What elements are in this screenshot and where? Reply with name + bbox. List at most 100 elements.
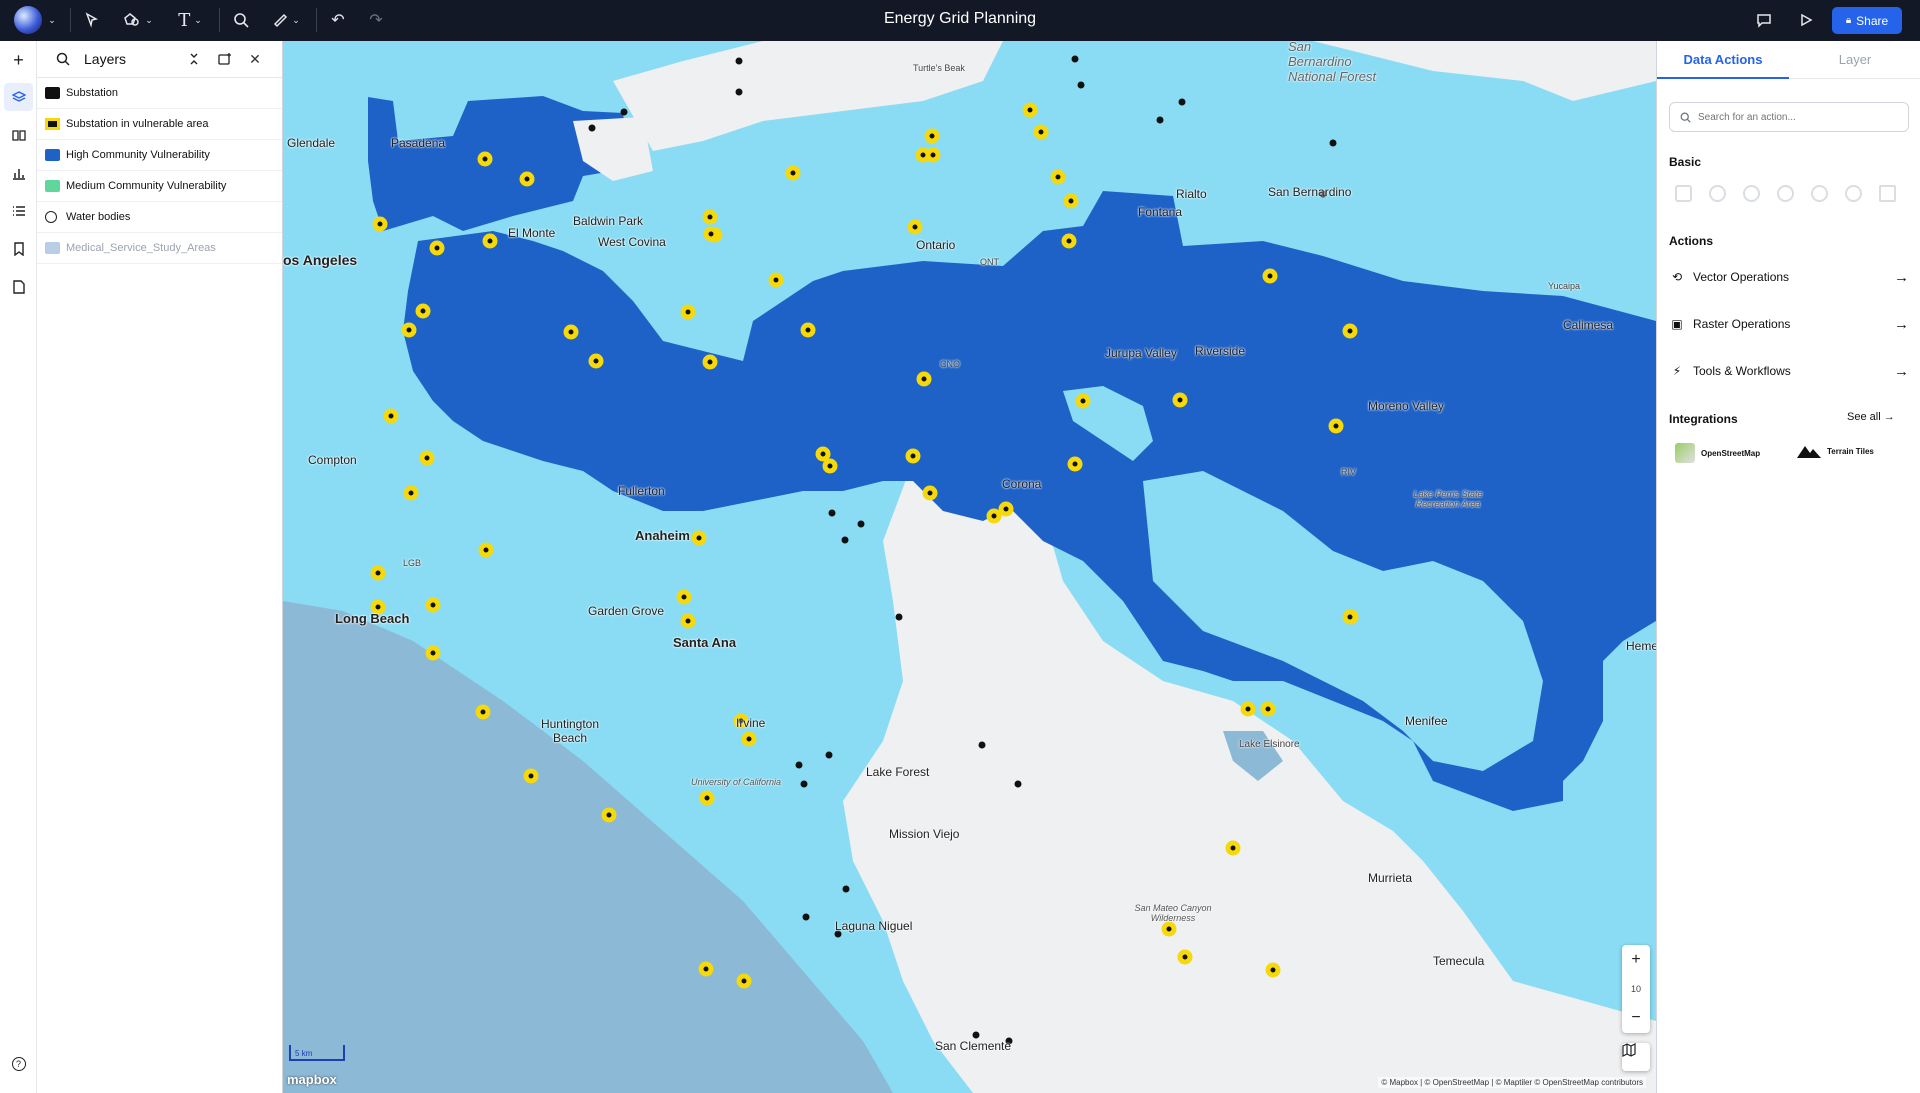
- add-button[interactable]: +: [4, 46, 33, 74]
- label-fullerton: Fullerton: [618, 484, 665, 498]
- zoom-level: 10: [1630, 983, 1641, 994]
- share-label: Share: [1856, 13, 1889, 28]
- copy-icon[interactable]: [1675, 185, 1692, 202]
- undo-button[interactable]: ↶: [326, 6, 350, 34]
- shape-tool-button[interactable]: ⌄: [118, 6, 158, 34]
- land-area: [613, 41, 1003, 151]
- bookmarks-rail-button[interactable]: [4, 235, 33, 263]
- charts-rail-button[interactable]: [4, 159, 33, 187]
- action-search-input[interactable]: [1698, 111, 1898, 123]
- layer-swatch: [45, 87, 60, 99]
- label-baldwin-park: Baldwin Park: [573, 214, 644, 228]
- medium-vulnerability-area: [283, 536, 383, 601]
- measure-tool-button[interactable]: ⌄: [268, 6, 304, 34]
- plus-icon: +: [13, 49, 24, 70]
- label-san-clemente: San Clemente: [935, 1039, 1012, 1053]
- search-icon: [234, 13, 249, 28]
- zoom-in-button[interactable]: +: [1622, 945, 1650, 974]
- see-all-link[interactable]: See all →: [1847, 411, 1895, 423]
- layer-item-medical-service[interactable]: Medical_Service_Study_Areas: [37, 233, 282, 264]
- intersect-icon[interactable]: [1743, 185, 1760, 202]
- select-tool-button[interactable]: [80, 6, 104, 34]
- layers-rail-button[interactable]: [4, 83, 33, 111]
- label-ontario: Ontario: [916, 238, 956, 252]
- divider: [316, 8, 317, 32]
- layer-label: Substation in vulnerable area: [66, 118, 209, 130]
- search-icon[interactable]: [53, 49, 73, 69]
- close-icon[interactable]: ✕: [245, 49, 265, 69]
- list-rail-button[interactable]: [4, 197, 33, 225]
- label-riverside: Riverside: [1195, 344, 1246, 358]
- divider: [219, 8, 220, 32]
- tab-data-actions[interactable]: Data Actions: [1657, 41, 1789, 79]
- merge-icon[interactable]: [1811, 185, 1828, 202]
- collapse-icon[interactable]: [184, 49, 204, 69]
- mapbox-logo[interactable]: mapbox: [287, 1072, 337, 1087]
- map-canvas[interactable]: San Bernardino National Forest Turtle's …: [283, 41, 1656, 1093]
- divider: [70, 8, 71, 32]
- help-icon: ?: [11, 1057, 26, 1071]
- label-anaheim: Anaheim: [635, 528, 690, 543]
- document-rail-button[interactable]: [4, 273, 33, 301]
- label-santa-ana: Santa Ana: [673, 635, 737, 650]
- layer-label: Medium Community Vulnerability: [66, 180, 227, 192]
- label-temecula: Temecula: [1433, 954, 1485, 968]
- action-search[interactable]: [1669, 102, 1909, 132]
- layer-item-substation[interactable]: Substation: [37, 78, 282, 109]
- share-button[interactable]: 🔒︎ Share: [1832, 7, 1902, 34]
- layers-icon: [11, 91, 26, 102]
- redo-button[interactable]: ↷: [364, 6, 388, 34]
- cursor-arrow-icon: [85, 12, 99, 28]
- text-tool-button[interactable]: T ⌄: [172, 6, 208, 34]
- layer-item-medium-vulnerability[interactable]: Medium Community Vulnerability: [37, 171, 282, 202]
- layer-item-high-vulnerability[interactable]: High Community Vulnerability: [37, 140, 282, 171]
- tools-workflows-action[interactable]: ⚡︎ Tools & Workflows →: [1669, 357, 1909, 385]
- search-tool-button[interactable]: [229, 6, 253, 34]
- integration-openstreetmap[interactable]: OpenStreetMap: [1675, 443, 1760, 463]
- right-panel: Data Actions Layer Basic Actions ⟲ Vecto…: [1656, 41, 1920, 1093]
- lightning-icon: ⚡︎: [1672, 364, 1682, 378]
- layer-item-substation-vulnerable[interactable]: Substation in vulnerable area: [37, 109, 282, 140]
- basemap-button[interactable]: [1622, 1043, 1650, 1071]
- layers-header: Layers ✕: [37, 41, 282, 78]
- help-button[interactable]: ?: [4, 1050, 33, 1078]
- difference-icon[interactable]: [1777, 185, 1794, 202]
- bar-chart-icon: [12, 169, 25, 180]
- tab-layer[interactable]: Layer: [1789, 41, 1920, 79]
- action-label: Vector Operations: [1693, 270, 1790, 284]
- expand-icon[interactable]: [1879, 185, 1896, 202]
- comments-button[interactable]: [1752, 6, 1776, 34]
- label-ont: ONT: [980, 257, 999, 267]
- map-icon: [1622, 1043, 1636, 1057]
- label-rialto: Rialto: [1176, 187, 1207, 201]
- layer-item-water-bodies[interactable]: Water bodies: [37, 202, 282, 233]
- label-irvine: Irvine: [736, 716, 766, 730]
- layer-label: High Community Vulnerability: [66, 149, 210, 161]
- action-label: Tools & Workflows: [1693, 364, 1791, 378]
- integration-label: Terrain Tiles: [1827, 446, 1874, 456]
- vector-operations-action[interactable]: ⟲ Vector Operations →: [1669, 263, 1909, 291]
- integration-terrain-tiles[interactable]: Terrain Tiles: [1797, 443, 1874, 459]
- zoom-out-button[interactable]: −: [1622, 1003, 1650, 1032]
- label-fontana: Fontana: [1138, 205, 1183, 219]
- label-lake-forest: Lake Forest: [866, 765, 930, 779]
- label-glendale: Glendale: [287, 136, 336, 150]
- present-button[interactable]: [1794, 6, 1818, 34]
- add-layer-icon[interactable]: [215, 49, 235, 69]
- arrow-right-icon: →: [1894, 362, 1909, 380]
- ruler-icon: [274, 13, 288, 28]
- label-cno: CNO: [940, 359, 960, 369]
- library-rail-button[interactable]: [4, 121, 33, 149]
- layer-label: Medical_Service_Study_Areas: [66, 242, 216, 254]
- raster-operations-action[interactable]: ▣ Raster Operations →: [1669, 310, 1909, 338]
- layer-swatch: [45, 118, 60, 130]
- centroid-icon[interactable]: [1845, 185, 1862, 202]
- left-rail: + ?: [0, 41, 37, 1093]
- map-attribution[interactable]: © Mapbox | © OpenStreetMap | © Maptiler …: [1378, 1077, 1646, 1088]
- app-logo-menu[interactable]: ⌄: [10, 6, 60, 34]
- union-icon[interactable]: [1709, 185, 1726, 202]
- top-toolbar: ⌄ ⌄ T ⌄ ⌄ ↶ ↷ Energy Grid Planning 🔒︎ Sh…: [0, 0, 1920, 41]
- openstreetmap-icon: [1675, 443, 1695, 463]
- zoom-control: + 10 −: [1622, 945, 1650, 1033]
- comment-icon: [1757, 14, 1771, 28]
